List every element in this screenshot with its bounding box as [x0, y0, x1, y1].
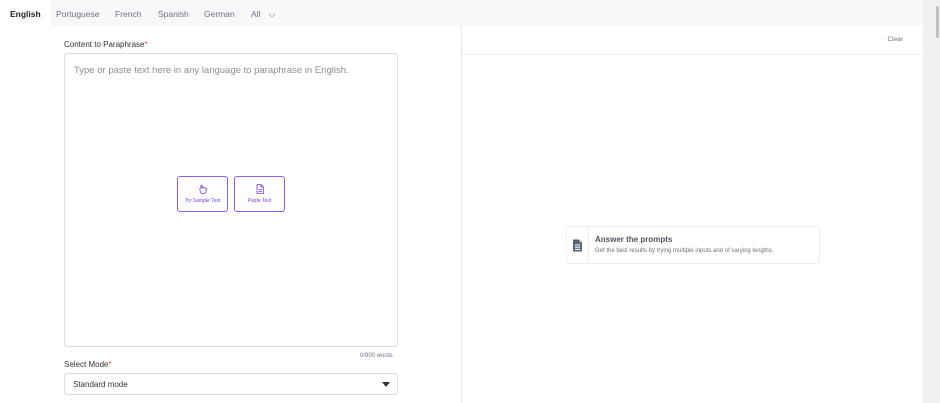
chevron-down-icon	[268, 1, 276, 29]
tab-german[interactable]: German	[204, 0, 235, 26]
tab-portuguese[interactable]: Portuguese	[56, 0, 99, 26]
tab-label: Spanish	[158, 9, 189, 19]
clear-button[interactable]: Clear	[887, 36, 903, 43]
mode-label-text: Select Mode	[64, 360, 109, 369]
tab-label: German	[204, 9, 235, 19]
input-panel: Content to Paraphrase* Type or paste tex…	[0, 26, 461, 403]
scrollbar-thumb[interactable]	[936, 6, 939, 38]
prompt-icon-wrap	[567, 227, 589, 263]
tab-spanish[interactable]: Spanish	[158, 0, 189, 26]
output-panel: Clear Answer the prompts Get the best re…	[461, 26, 923, 403]
output-header: Clear	[462, 26, 923, 55]
scrollbar-track[interactable]	[923, 0, 940, 403]
try-sample-label: Try Sample Text	[184, 198, 221, 204]
tab-english[interactable]: English	[0, 0, 51, 26]
paraphrase-textarea[interactable]: Type or paste text here in any language …	[64, 53, 398, 347]
content-label: Content to Paraphrase*	[64, 40, 148, 49]
document-icon	[256, 184, 264, 194]
tab-all[interactable]: All	[251, 0, 276, 26]
caret-down-icon	[382, 382, 390, 387]
paste-text-button[interactable]: Paste Text	[234, 176, 285, 212]
try-sample-text-button[interactable]: Try Sample Text	[177, 176, 228, 212]
mode-select[interactable]: Standard mode	[64, 373, 398, 395]
tab-french[interactable]: French	[115, 0, 141, 26]
prompt-title: Answer the prompts	[595, 235, 673, 244]
prompt-card: Answer the prompts Get the best results …	[566, 226, 820, 264]
document-lines-icon	[573, 239, 582, 252]
paste-text-label: Paste Text	[247, 198, 272, 204]
tab-label: All	[251, 9, 261, 19]
language-tabbar: English Portuguese French Spanish German…	[0, 0, 940, 26]
tab-label: English	[10, 9, 41, 19]
word-count: 0/900 words	[360, 353, 393, 359]
mode-label: Select Mode*	[64, 360, 112, 369]
mode-selected-value: Standard mode	[73, 380, 128, 389]
hand-pointer-icon	[198, 184, 207, 194]
content-label-text: Content to Paraphrase	[64, 40, 145, 49]
required-mark: *	[144, 40, 148, 49]
prompt-subtitle: Get the best results by trying multiple …	[595, 248, 774, 254]
tab-label: Portuguese	[56, 9, 100, 19]
tab-label: French	[115, 9, 142, 19]
required-mark: *	[108, 360, 112, 369]
textarea-placeholder: Type or paste text here in any language …	[74, 65, 349, 76]
